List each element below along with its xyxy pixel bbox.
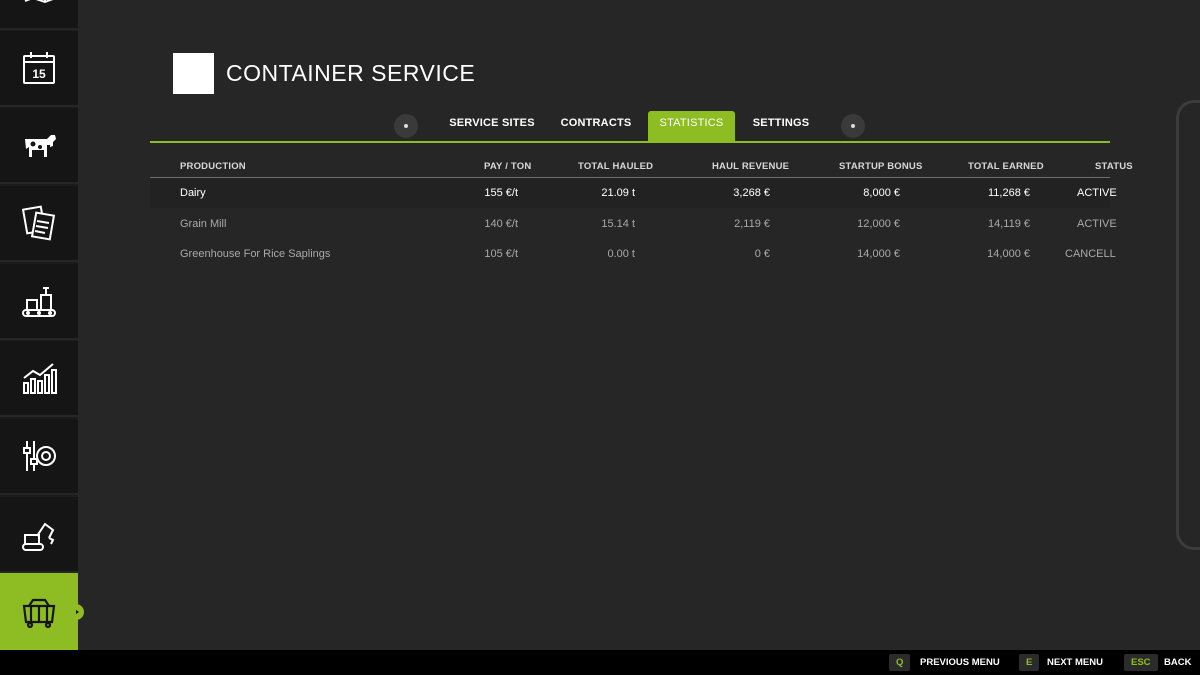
cell-haul-revenue: 0 € (754, 248, 770, 260)
documents-icon (21, 205, 56, 241)
cell-total-earned: 11,268 € (987, 187, 1030, 199)
cell-status: ACTIVE (1077, 218, 1117, 230)
cell-haul-revenue: 2,119 € (734, 218, 770, 230)
page-title: CONTAINER SERVICE (226, 60, 476, 86)
scroll-frame (1176, 100, 1200, 550)
cow-icon (25, 135, 56, 157)
sidebar-item-container-service[interactable] (0, 573, 84, 651)
tab-statistics[interactable]: STATISTICS (648, 111, 735, 142)
container-icon (22, 598, 56, 629)
key-e-badge[interactable]: E (1019, 654, 1040, 671)
sidebar-item-settings[interactable] (0, 419, 78, 495)
cell-haul-revenue: 3,268 € (733, 187, 770, 199)
column-header-total-earned: TOTAL EARNED (968, 161, 1044, 172)
column-header-production: PRODUCTION (180, 161, 246, 172)
back-button[interactable]: BACK (1164, 657, 1191, 668)
tab-underline (150, 141, 1110, 143)
cell-total-hauled: 21.09 t (601, 187, 635, 199)
cell-status: CANCELLED (1065, 248, 1116, 260)
cell-startup-bonus: 14,000 € (857, 248, 900, 260)
cell-total-earned: 14,119 € (987, 218, 1030, 230)
table-row[interactable]: Dairy 155 €/t 21.09 t 3,268 € 8,000 € 11… (150, 178, 1117, 208)
sidebar-item-contracts[interactable] (0, 186, 78, 262)
cell-production: Grain Mill (180, 218, 227, 230)
settings-icon (23, 441, 56, 471)
footer-bar: Q PREVIOUS MENU E NEXT MENU ESC BACK (0, 650, 1200, 675)
production-icon (22, 287, 56, 317)
sidebar-item-construction[interactable] (0, 497, 78, 573)
sidebar: 15 (0, 0, 84, 651)
svg-text:15: 15 (32, 67, 46, 81)
column-header-startup-bonus: STARTUP BONUS (839, 161, 923, 172)
cell-total-hauled: 15.14 t (601, 218, 635, 230)
column-header-status: STATUS (1095, 161, 1133, 172)
next-menu-button[interactable]: NEXT MENU (1047, 657, 1103, 668)
previous-menu-button[interactable]: PREVIOUS MENU (920, 657, 1000, 668)
cell-total-earned: 14,000 € (987, 248, 1030, 260)
sidebar-item-map[interactable] (0, 0, 78, 30)
sidebar-item-animals[interactable] (0, 108, 78, 184)
tab-service-sites[interactable]: SERVICE SITES (440, 111, 544, 142)
column-header-pay-per-ton: PAY / TON (484, 161, 532, 172)
table-row[interactable]: Greenhouse For Rice Saplings 105 €/t 0.0… (150, 239, 1116, 269)
chevron-left-icon (404, 124, 408, 128)
previous-tab-button[interactable] (394, 114, 418, 138)
calendar-icon: 15 (23, 52, 55, 84)
cell-status: ACTIVE (1077, 187, 1117, 199)
tab-contracts[interactable]: CONTRACTS (550, 111, 642, 142)
excavator-icon (22, 522, 55, 551)
cell-pay-per-ton: 155 €/t (484, 187, 518, 199)
chevron-right-icon (851, 124, 855, 128)
table-row[interactable]: Grain Mill 140 €/t 15.14 t 2,119 € 12,00… (150, 209, 1117, 239)
cell-startup-bonus: 8,000 € (863, 187, 900, 199)
sidebar-item-statistics[interactable] (0, 341, 78, 417)
column-header-total-hauled: TOTAL HAULED (578, 161, 654, 172)
cell-pay-per-ton: 105 €/t (484, 248, 518, 260)
column-header-haul-revenue: HAUL REVENUE (712, 161, 790, 172)
cell-production: Greenhouse For Rice Saplings (180, 248, 331, 260)
next-tab-button[interactable] (841, 114, 865, 138)
cell-production: Dairy (180, 187, 206, 199)
sidebar-item-calendar[interactable]: 15 (0, 31, 78, 107)
cell-pay-per-ton: 140 €/t (484, 218, 518, 230)
map-icon (24, 0, 54, 4)
key-esc-badge[interactable]: ESC (1124, 654, 1158, 671)
statistics-icon (23, 363, 57, 394)
sidebar-item-production[interactable] (0, 264, 78, 340)
cell-startup-bonus: 12,000 € (857, 218, 900, 230)
mod-logo (173, 53, 214, 94)
cell-total-hauled: 0.00 t (607, 248, 635, 260)
key-q-badge[interactable]: Q (889, 654, 911, 671)
tab-settings[interactable]: SETTINGS (740, 111, 822, 142)
active-pointer-icon (72, 604, 84, 620)
